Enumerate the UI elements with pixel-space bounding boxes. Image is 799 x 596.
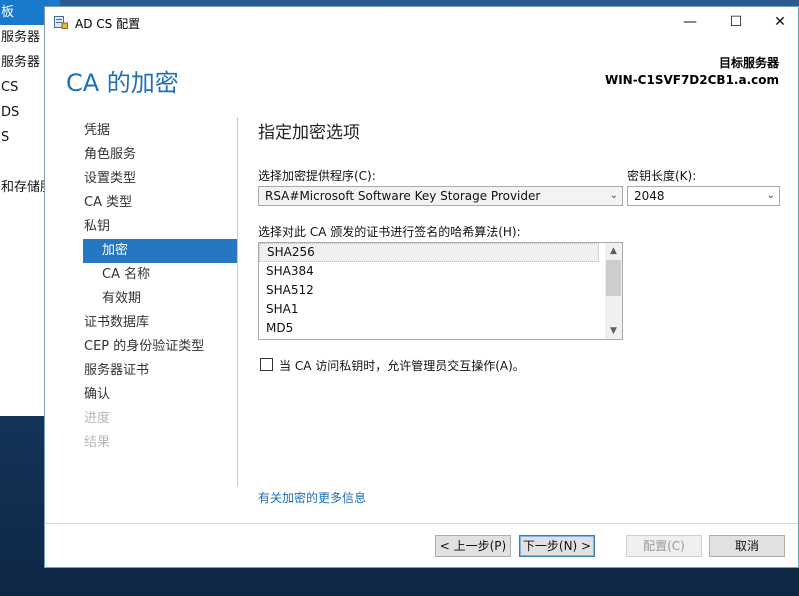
server-app-icon <box>54 16 68 29</box>
admin-interaction-label[interactable]: 当 CA 访问私钥时，允许管理员交互操作(A)。 <box>279 357 525 374</box>
target-server-label: 目标服务器 <box>718 56 779 70</box>
title-bar[interactable]: AD CS 配置 — ☐ ✕ <box>45 7 798 38</box>
list-item[interactable]: SHA1 <box>259 300 599 319</box>
nav-item-validity-period[interactable]: 有效期 <box>83 287 237 311</box>
maximize-button[interactable]: ☐ <box>713 7 759 38</box>
more-info-link[interactable]: 有关加密的更多信息 <box>258 489 366 506</box>
chevron-down-icon: ⌄ <box>766 190 775 201</box>
admin-interaction-checkbox[interactable] <box>260 358 273 371</box>
nav-item-cryptography[interactable]: 加密 <box>83 239 237 263</box>
nav-item-progress: 进度 <box>84 411 111 426</box>
nav-item-role-services[interactable]: 角色服务 <box>83 143 237 167</box>
close-button[interactable]: ✕ <box>757 7 799 38</box>
configure-button: 配置(C) <box>626 535 702 557</box>
scroll-down-icon[interactable]: ▼ <box>605 323 622 339</box>
cancel-button[interactable]: 取消 <box>709 535 785 557</box>
nav-item-confirmation[interactable]: 确认 <box>83 383 237 407</box>
nav-item-setup-type[interactable]: 设置类型 <box>83 167 237 191</box>
hash-algorithm-list[interactable]: SHA256 SHA384 SHA512 SHA1 MD5 ▲ ▼ <box>258 242 623 340</box>
scroll-up-icon[interactable]: ▲ <box>605 243 622 259</box>
previous-button[interactable]: < 上一步(P) <box>435 535 511 557</box>
section-title: 指定加密选项 <box>258 123 360 143</box>
keylength-value: 2048 <box>634 189 665 203</box>
chevron-down-icon: ⌄ <box>609 190 618 201</box>
list-item[interactable]: SHA256 <box>259 243 599 262</box>
adcs-config-dialog: AD CS 配置 — ☐ ✕ CA 的加密 目标服务器 WIN-C1SVF7D2… <box>44 6 799 568</box>
nav-item-cep-auth-type[interactable]: CEP 的身份验证类型 <box>83 335 237 359</box>
list-item[interactable]: SHA512 <box>259 281 599 300</box>
provider-value: RSA#Microsoft Software Key Storage Provi… <box>265 189 541 203</box>
list-item[interactable]: MD5 <box>259 319 599 338</box>
nav-item-results: 结果 <box>84 435 111 450</box>
footer-divider <box>45 523 798 524</box>
nav-item-credentials[interactable]: 凭据 <box>83 119 237 143</box>
minimize-button[interactable]: — <box>667 7 713 38</box>
list-scrollbar[interactable]: ▲ ▼ <box>605 243 622 339</box>
nav-item-ca-type[interactable]: CA 类型 <box>83 191 237 215</box>
keylength-label: 密钥长度(K): <box>627 169 697 183</box>
page-title: CA 的加密 <box>66 69 179 97</box>
next-button[interactable]: 下一步(N) > <box>519 535 595 557</box>
nav-item-ca-name[interactable]: CA 名称 <box>83 263 237 287</box>
nav-item-private-key[interactable]: 私钥 <box>83 215 237 239</box>
hash-label: 选择对此 CA 颁发的证书进行签名的哈希算法(H): <box>258 225 521 239</box>
target-server-name: WIN-C1SVF7D2CB1.a.com <box>604 73 779 87</box>
nav-divider <box>237 117 238 487</box>
wizard-nav: 凭据 角色服务 设置类型 CA 类型 私钥 加密 CA 名称 有效期 证书数据库… <box>83 119 237 455</box>
provider-label: 选择加密提供程序(C): <box>258 169 376 183</box>
keylength-dropdown[interactable]: 2048 ⌄ <box>627 186 780 206</box>
nav-item-certificate-database[interactable]: 证书数据库 <box>83 311 237 335</box>
scroll-thumb[interactable] <box>606 260 621 296</box>
provider-dropdown[interactable]: RSA#Microsoft Software Key Storage Provi… <box>258 186 623 206</box>
nav-item-server-certificate[interactable]: 服务器证书 <box>83 359 237 383</box>
window-title: AD CS 配置 <box>75 17 141 31</box>
list-item[interactable]: SHA384 <box>259 262 599 281</box>
